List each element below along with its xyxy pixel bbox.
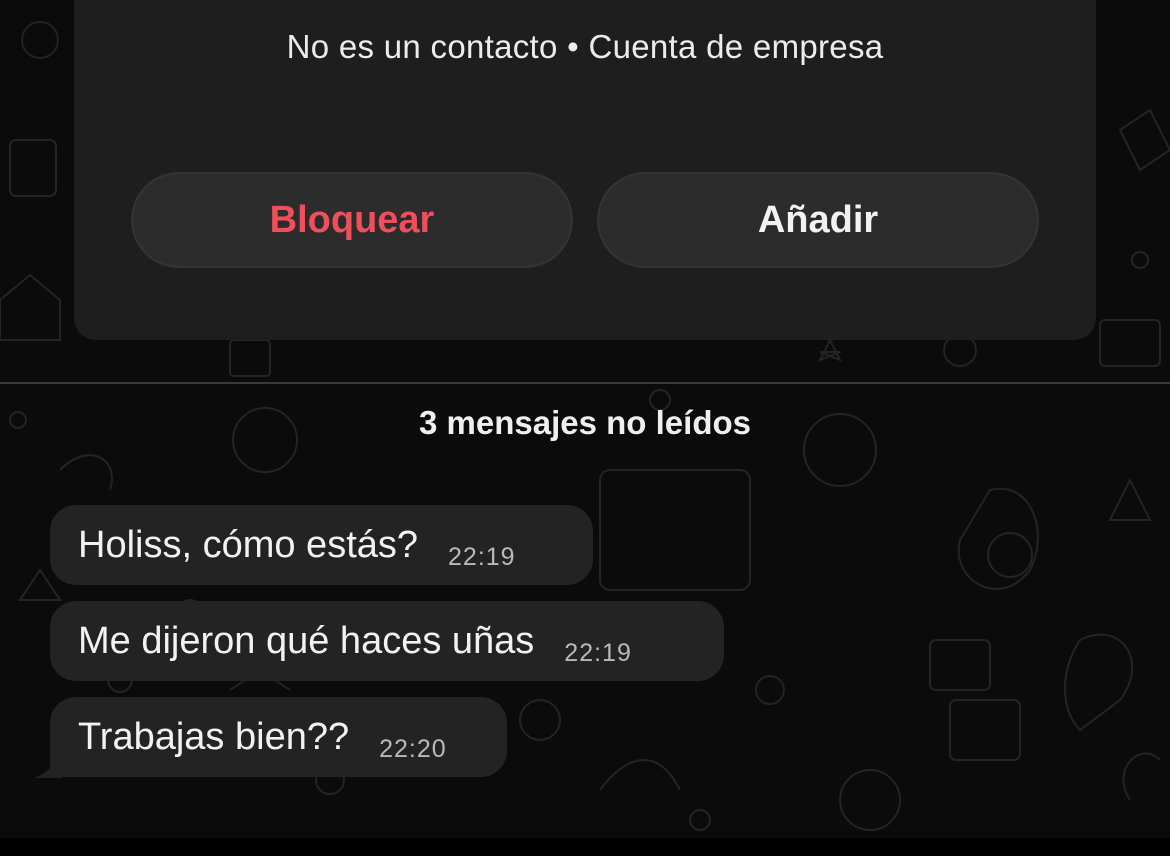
- message-time: 22:19: [448, 542, 516, 571]
- message-text: Trabajas bien??: [78, 715, 350, 758]
- incoming-message[interactable]: Trabajas bien?? 22:20: [50, 697, 507, 777]
- bubble-tail-icon: [34, 752, 62, 778]
- unread-divider-line: [0, 382, 1170, 384]
- unread-messages-label: 3 mensajes no leídos: [419, 404, 751, 441]
- contact-status-text: No es un contacto • Cuenta de empresa: [286, 28, 884, 65]
- message-time: 22:20: [379, 734, 447, 763]
- block-button[interactable]: Bloquear: [131, 172, 573, 268]
- message-text: Me dijeron qué haces uñas: [78, 619, 535, 662]
- message-text: Holiss, cómo estás?: [78, 523, 419, 566]
- incoming-message[interactable]: Holiss, cómo estás? 22:19: [50, 505, 593, 585]
- contact-info-card: No es un contacto • Cuenta de empresa Bl…: [74, 0, 1096, 340]
- bottom-edge: [0, 838, 1170, 856]
- incoming-message[interactable]: Me dijeron qué haces uñas 22:19: [50, 601, 724, 681]
- add-contact-button[interactable]: Añadir: [597, 172, 1039, 268]
- message-time: 22:19: [564, 638, 632, 667]
